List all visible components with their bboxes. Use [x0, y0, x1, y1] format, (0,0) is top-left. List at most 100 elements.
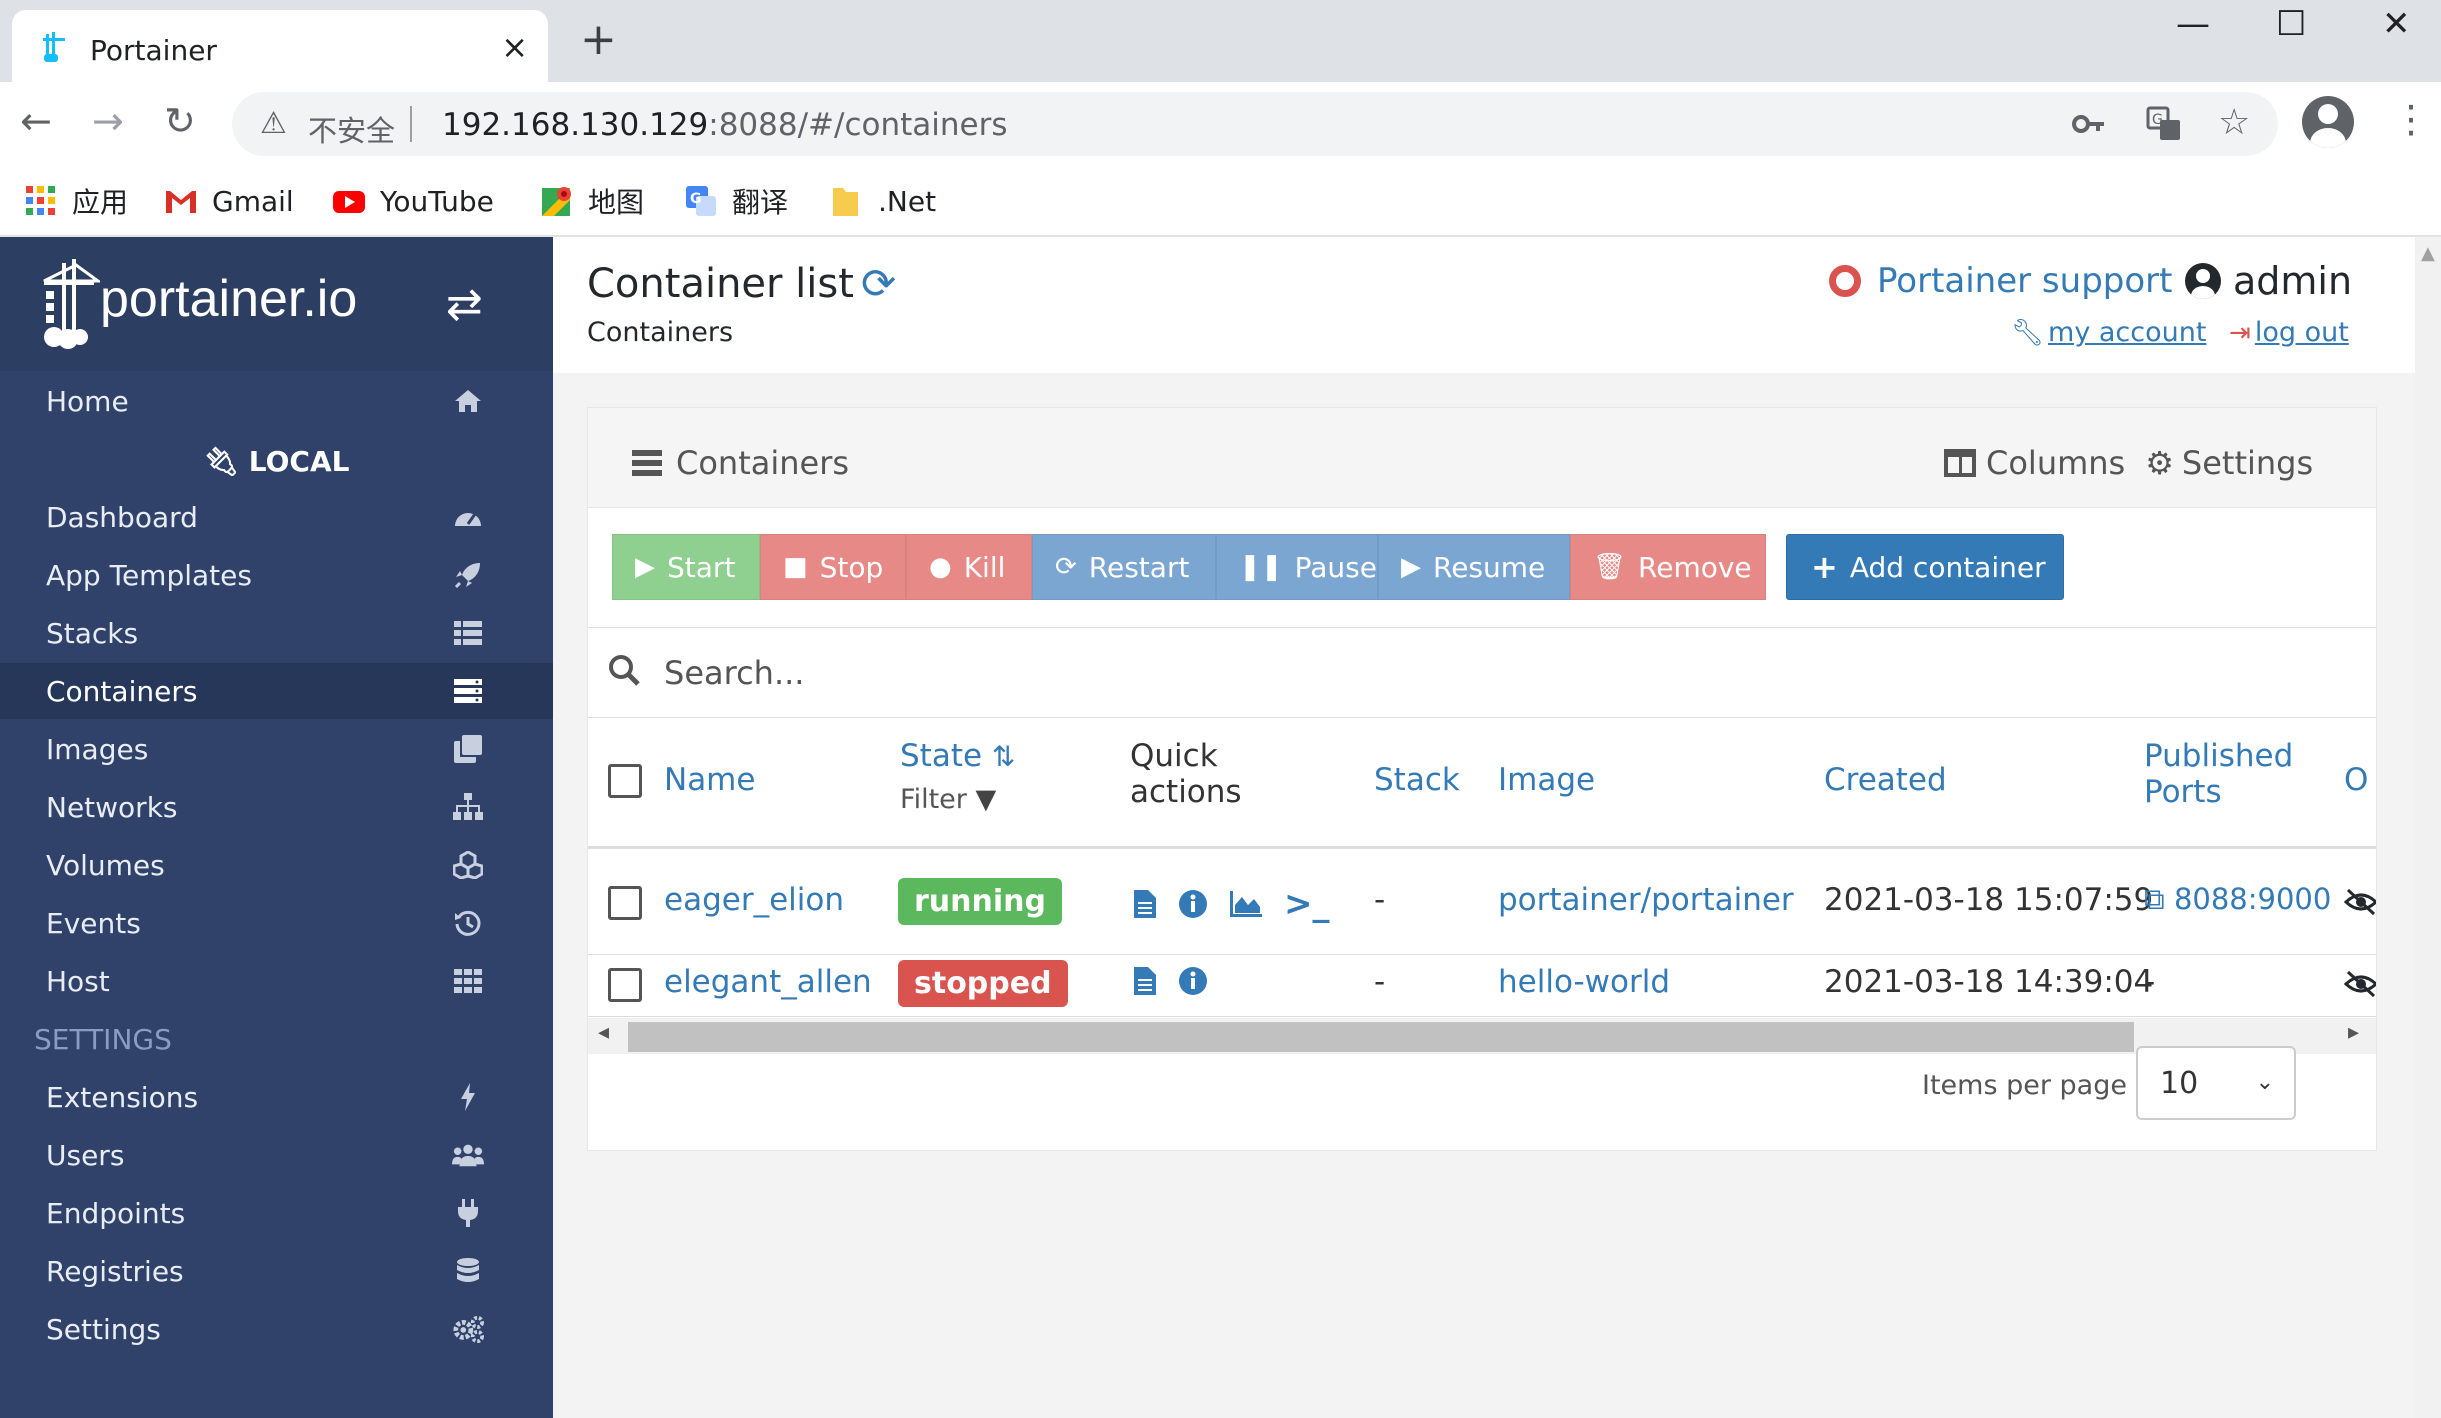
forward-button[interactable]: →	[92, 102, 124, 140]
address-bar[interactable]: ⚠ 不安全 192.168.130.129:8088/#/containers …	[232, 92, 2278, 156]
sidebar-item-stacks[interactable]: Stacks	[0, 605, 553, 661]
image-link[interactable]: portainer/portainer	[1498, 882, 1794, 918]
portainer-logo-icon	[43, 259, 100, 349]
sidebar-item-host[interactable]: Host	[0, 953, 553, 1009]
sidebar-item-registries[interactable]: Registries	[0, 1243, 553, 1299]
horizontal-scrollbar[interactable]: ◂ ▸	[588, 1018, 2376, 1054]
restart-button[interactable]: ⟳ Restart	[1032, 534, 1216, 600]
sidebar-item-networks[interactable]: Networks	[0, 779, 553, 835]
bookmark-translate[interactable]: G 翻译	[684, 179, 788, 223]
sidebar-item-label: Volumes	[46, 848, 165, 882]
reload-button[interactable]: ↻	[164, 102, 196, 140]
search-input[interactable]	[664, 648, 2344, 698]
column-header-stack[interactable]: Stack	[1374, 762, 1460, 798]
sidebar-item-home[interactable]: Home	[0, 373, 553, 429]
status-badge: running	[898, 878, 1062, 925]
state-filter[interactable]: Filter ▼	[900, 784, 996, 815]
items-per-page-select[interactable]: 10 ⌄	[2136, 1046, 2296, 1120]
image-link[interactable]: hello-world	[1498, 964, 1670, 1000]
sidebar-item-users[interactable]: Users	[0, 1127, 553, 1183]
created-value: 2021-03-18 14:39:04	[1824, 964, 2154, 1000]
sidebar-item-images[interactable]: Images	[0, 721, 553, 777]
sidebar-item-app-templates[interactable]: App Templates	[0, 547, 553, 603]
start-button[interactable]: ▶ Start	[612, 534, 760, 600]
remove-button[interactable]: 🗑︎ Remove	[1570, 534, 1766, 600]
stop-button[interactable]: ■ Stop	[760, 534, 906, 600]
container-actions: ▶ Start ■ Stop ● Kill ⟳ Restart ❚❚ Pause ▶ Res…	[588, 508, 2376, 628]
scroll-left-icon[interactable]: ◂	[598, 1020, 609, 1045]
profile-avatar[interactable]	[2302, 96, 2354, 148]
column-header-image[interactable]: Image	[1498, 762, 1595, 798]
maximize-button[interactable]: ☐	[2276, 4, 2306, 44]
sidebar-item-containers[interactable]: Containers	[0, 663, 553, 719]
scroll-up-icon[interactable]: ▲	[2421, 243, 2435, 264]
apps-grid-icon	[26, 186, 55, 215]
bookmarks-bar: 应用 Gmail YouTube 地图 G 翻译 .Net	[0, 165, 2441, 237]
column-header-published-ports[interactable]: Published Ports	[2144, 738, 2293, 810]
my-account-link[interactable]: my account	[2048, 317, 2206, 348]
bookmark-youtube[interactable]: YouTube	[332, 179, 494, 223]
bookmark-label: 应用	[72, 186, 129, 219]
sync-icon: ⟳	[1055, 552, 1077, 582]
area-chart-icon[interactable]	[1230, 891, 1262, 917]
containers-table: Name State ⇅ Filter ▼ Quick actions Stack…	[588, 718, 2376, 1018]
bookmark-maps[interactable]: 地图	[540, 179, 644, 223]
published-port-link[interactable]: ⧉ 8088:9000	[2144, 882, 2331, 917]
browser-tab[interactable]: Portainer ×	[12, 10, 548, 82]
sidebar-item-endpoints[interactable]: Endpoints	[0, 1185, 553, 1241]
add-container-button[interactable]: + Add container	[1786, 534, 2064, 600]
sign-out-icon: ⇥	[2229, 318, 2251, 348]
kill-button[interactable]: ● Kill	[906, 534, 1032, 600]
sidebar-item-dashboard[interactable]: Dashboard	[0, 489, 553, 545]
sidebar-item-settings[interactable]: Settings	[0, 1301, 553, 1357]
close-window-button[interactable]: ✕	[2382, 4, 2411, 44]
row-checkbox[interactable]	[608, 886, 642, 920]
tab-close-icon[interactable]: ×	[501, 28, 528, 66]
browser-menu-icon[interactable]: ⋮	[2392, 100, 2430, 138]
minimize-button[interactable]: —	[2176, 4, 2210, 44]
columns-icon	[1944, 449, 1976, 477]
sidebar-item-label: App Templates	[46, 558, 252, 592]
terminal-icon[interactable]: >_	[1284, 884, 1330, 924]
row-checkbox[interactable]	[608, 968, 642, 1002]
logs-icon[interactable]	[1134, 890, 1156, 918]
bookmark-net-folder[interactable]: .Net	[830, 179, 936, 223]
bookmark-gmail[interactable]: Gmail	[164, 179, 294, 223]
info-circle-icon[interactable]	[1178, 966, 1208, 996]
address-url[interactable]: 192.168.130.129:8088/#/containers	[442, 107, 1008, 143]
button-label: Remove	[1638, 550, 1752, 584]
scroll-right-icon[interactable]: ▸	[2348, 1020, 2359, 1045]
folder-icon	[833, 188, 858, 216]
sidebar-item-volumes[interactable]: Volumes	[0, 837, 553, 893]
logs-icon[interactable]	[1134, 967, 1156, 995]
bookmark-apps[interactable]: 应用	[24, 179, 128, 223]
refresh-icon[interactable]: ⟳	[861, 259, 896, 308]
columns-toggle[interactable]: Columns	[1944, 444, 2125, 482]
portainer-support-link[interactable]: Portainer support	[1829, 261, 2172, 301]
resume-button[interactable]: ▶ Resume	[1378, 534, 1570, 600]
info-circle-icon[interactable]	[1178, 889, 1208, 919]
settings-toggle[interactable]: ⚙ Settings	[2145, 444, 2313, 482]
port-value: 8088:9000	[2173, 882, 2332, 916]
sidebar-item-events[interactable]: Events	[0, 895, 553, 951]
log-out-link[interactable]: log out	[2255, 317, 2349, 348]
sidebar-item-label: Settings	[46, 1312, 161, 1346]
translate-page-icon[interactable]: G	[2146, 106, 2182, 142]
key-icon[interactable]	[2072, 110, 2106, 138]
exchange-icon[interactable]: ⇄	[446, 279, 483, 330]
back-button[interactable]: ←	[20, 102, 52, 140]
bookmark-star-icon[interactable]: ☆	[2218, 102, 2250, 143]
column-header-created[interactable]: Created	[1824, 762, 1947, 798]
sidebar-item-extensions[interactable]: Extensions	[0, 1069, 553, 1125]
select-all-checkbox[interactable]	[608, 764, 642, 798]
column-header-ownership[interactable]: O	[2344, 762, 2368, 798]
container-name-link[interactable]: eager_elion	[664, 882, 844, 918]
pause-button[interactable]: ❚❚ Pause	[1216, 534, 1378, 600]
sidebar-item-label: Users	[46, 1138, 125, 1172]
scrollbar-thumb[interactable]	[628, 1022, 2134, 1052]
column-header-state[interactable]: State ⇅	[900, 738, 1015, 774]
vertical-scrollbar[interactable]: ▲	[2415, 237, 2441, 1418]
container-name-link[interactable]: elegant_allen	[664, 964, 872, 1000]
column-header-name[interactable]: Name	[664, 762, 755, 798]
new-tab-button[interactable]: +	[580, 18, 617, 62]
